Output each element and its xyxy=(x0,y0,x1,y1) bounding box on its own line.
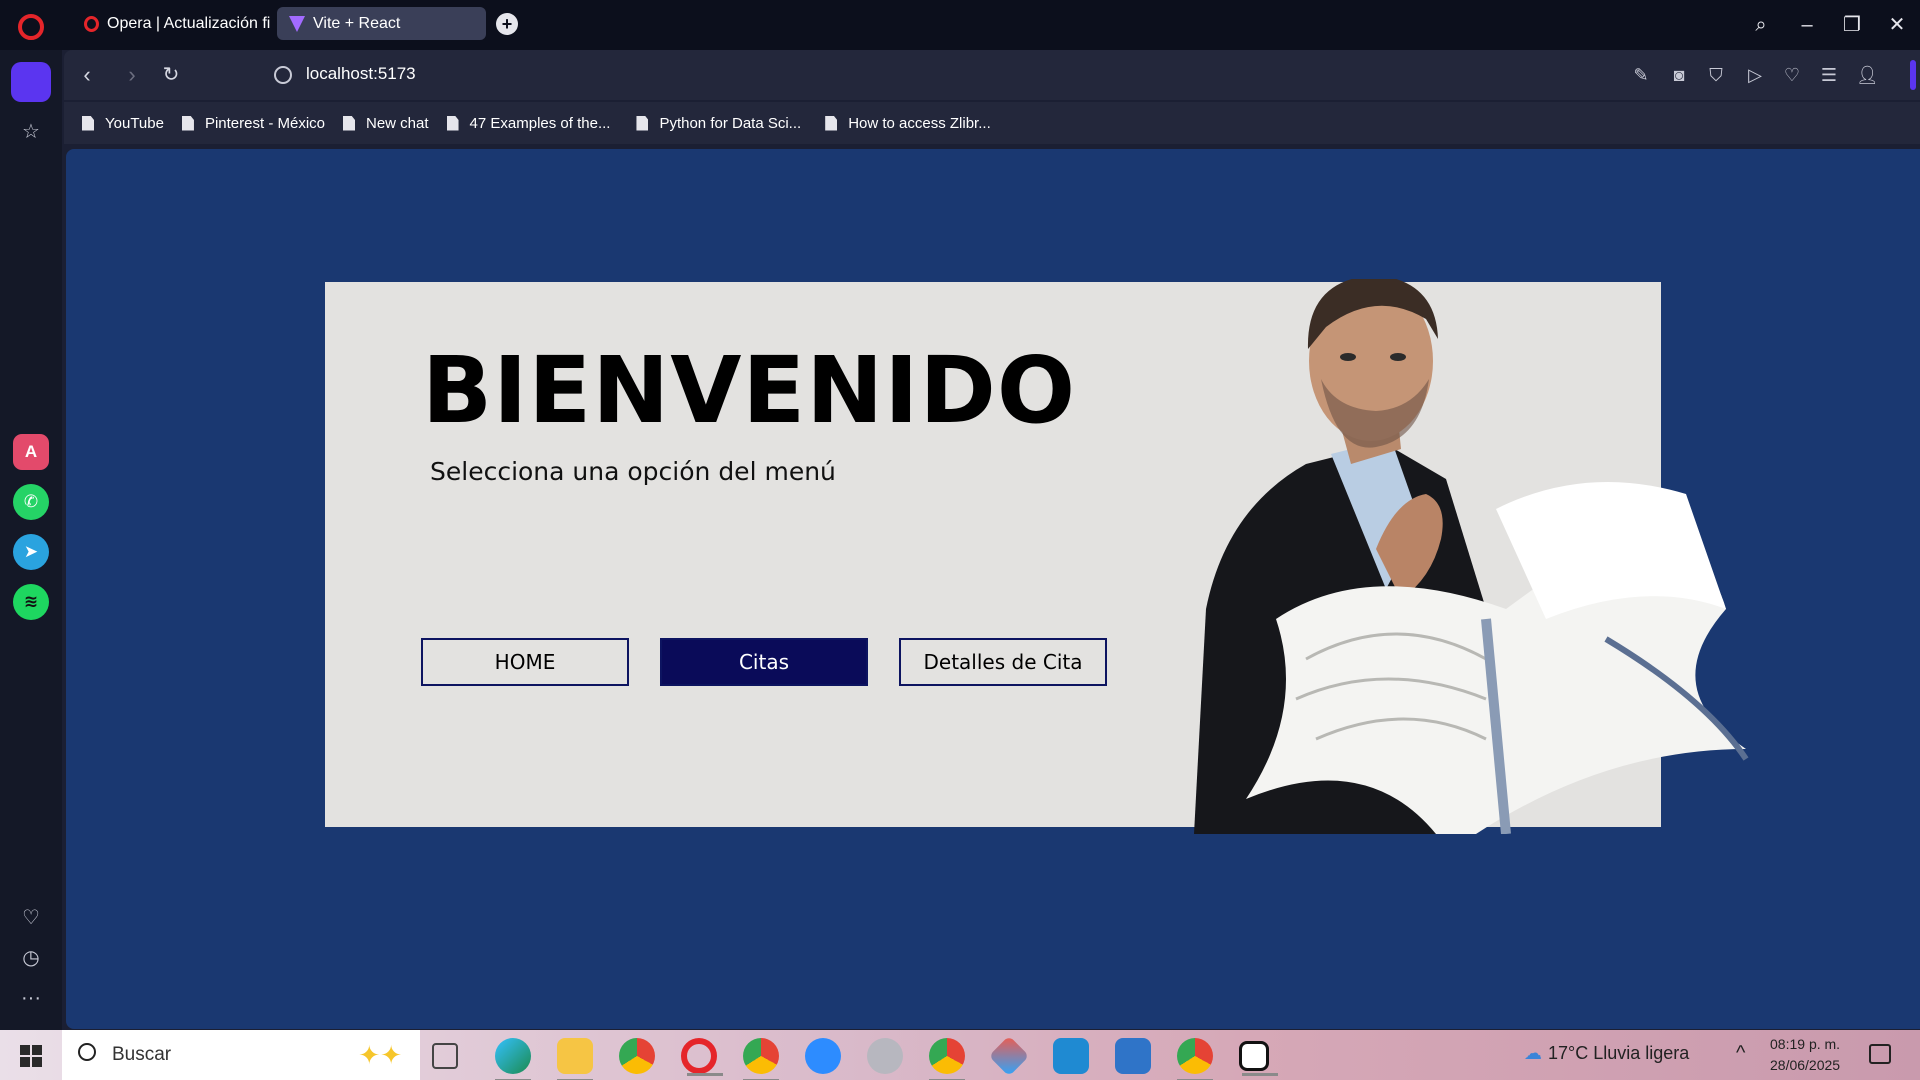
close-window-button[interactable]: ✕ xyxy=(1882,10,1912,40)
bookmark-new-chat[interactable]: New chat xyxy=(343,115,429,132)
taskbar-search[interactable]: Buscar ✦✦ xyxy=(62,1030,420,1080)
address-bar: ‹ › ↻ localhost:5173 ✎ ◙ ⛉ ▷ ♡ ☰ 👤︎ xyxy=(64,50,1920,100)
disc-app-icon[interactable] xyxy=(867,1038,903,1074)
home-button[interactable]: HOME xyxy=(421,638,629,686)
history-clock-icon[interactable]: ◷ xyxy=(13,940,49,976)
telegram-icon[interactable]: ➤ xyxy=(13,534,49,570)
profile-icon[interactable]: 👤︎ xyxy=(1856,64,1879,86)
git-app-icon[interactable] xyxy=(988,1035,1030,1077)
citas-button[interactable]: Citas xyxy=(660,638,868,686)
vscode-icon[interactable] xyxy=(1053,1038,1089,1074)
new-tab-button[interactable]: + xyxy=(496,13,518,35)
cloud-rain-icon: ☁ xyxy=(1524,1043,1542,1063)
notifications-icon[interactable] xyxy=(1869,1044,1891,1064)
tab-strip: Opera | Actualización final Vite + React… xyxy=(0,0,1920,50)
star-icon[interactable]: ☆ xyxy=(13,114,49,150)
bookmark-zlibrary[interactable]: How to access Zlibr... xyxy=(825,115,991,132)
edit-icon[interactable]: ✎ xyxy=(1630,64,1652,86)
favorite-heart-icon[interactable]: ♡ xyxy=(1781,64,1803,86)
tab-vite-react[interactable]: Vite + React xyxy=(277,7,486,40)
bookmark-youtube[interactable]: YouTube xyxy=(82,115,164,132)
bookmark-python-data-sci[interactable]: Python for Data Sci... xyxy=(636,115,801,132)
opera-logo-icon[interactable] xyxy=(18,14,44,40)
heart-icon[interactable]: ♡ xyxy=(13,900,49,936)
page-icon xyxy=(82,115,94,131)
tab-opera-update[interactable]: Opera | Actualización final xyxy=(72,7,270,40)
opera-sidebar: ☆ A ✆ ➤ ≋ ♡ ◷ ··· xyxy=(0,50,62,1030)
photos-icon[interactable] xyxy=(1115,1038,1151,1074)
site-info-globe-icon[interactable] xyxy=(274,66,292,84)
send-icon[interactable]: ▷ xyxy=(1744,64,1766,86)
page-icon xyxy=(825,115,838,131)
restore-button[interactable]: ❐ xyxy=(1837,10,1867,40)
task-view-icon[interactable] xyxy=(432,1043,458,1069)
camera-icon[interactable]: ◙ xyxy=(1668,64,1690,86)
weather-text: 17°C Lluvia ligera xyxy=(1548,1043,1690,1063)
page-title: BIENVENIDO xyxy=(422,337,1077,444)
easy-setup-icon[interactable]: ☰ xyxy=(1818,64,1840,86)
back-icon[interactable]: ‹ xyxy=(74,62,100,88)
shield-icon[interactable]: ⛉ xyxy=(1705,64,1727,86)
search-icon xyxy=(78,1043,96,1061)
page-viewport: BIENVENIDO Selecciona una opción del men… xyxy=(66,149,1920,1029)
chrome-profile-3-icon[interactable] xyxy=(1177,1038,1213,1080)
page-icon xyxy=(446,115,459,131)
search-tabs-icon[interactable]: ⌕ xyxy=(1746,10,1776,40)
aria-app-icon[interactable]: A xyxy=(13,434,49,470)
vite-icon xyxy=(289,15,305,32)
clock-time: 08:19 p. m. xyxy=(1770,1036,1841,1052)
page-icon xyxy=(181,115,194,131)
clock-date: 28/06/2025 xyxy=(1770,1057,1841,1073)
detalles-cita-button[interactable]: Detalles de Cita xyxy=(899,638,1107,686)
bookmark-pinterest[interactable]: Pinterest - México xyxy=(181,115,325,132)
url-input[interactable]: localhost:5173 xyxy=(306,64,416,84)
bookmark-47-examples[interactable]: 47 Examples of the... xyxy=(446,115,610,132)
spotify-icon[interactable]: ≋ xyxy=(13,584,49,620)
tab-label: Opera | Actualización final xyxy=(107,14,270,32)
whatsapp-icon[interactable]: ✆ xyxy=(13,484,49,520)
forward-icon[interactable]: › xyxy=(119,62,145,88)
minimize-button[interactable]: – xyxy=(1792,10,1822,40)
page-icon xyxy=(343,115,355,131)
zoom-icon[interactable] xyxy=(805,1038,841,1074)
search-placeholder: Buscar xyxy=(112,1044,172,1065)
opera-taskbar-icon[interactable] xyxy=(681,1038,723,1076)
edge-icon[interactable] xyxy=(495,1038,531,1080)
weather-widget[interactable]: ☁ 17°C Lluvia ligera xyxy=(1524,1043,1689,1064)
hidden-icons-chevron-icon[interactable]: ^ xyxy=(1736,1042,1745,1065)
opera-tab-icon xyxy=(84,15,99,32)
reload-icon[interactable]: ↻ xyxy=(158,62,184,88)
chrome-profile-icon[interactable] xyxy=(743,1038,779,1080)
page-subtitle: Selecciona una opción del menú xyxy=(430,457,836,486)
home-icon[interactable] xyxy=(11,62,51,102)
sparkle-icon: ✦✦ xyxy=(358,1040,402,1070)
bookmarks-bar: YouTube Pinterest - México New chat 47 E… xyxy=(64,102,1920,144)
sidebar-toggle-accent[interactable] xyxy=(1910,60,1916,90)
notion-icon[interactable] xyxy=(1239,1041,1278,1076)
more-icon[interactable]: ··· xyxy=(13,980,49,1016)
tab-label: Vite + React xyxy=(313,14,401,32)
page-icon xyxy=(636,115,649,131)
chrome-profile-2-icon[interactable] xyxy=(929,1038,965,1080)
windows-start-icon[interactable] xyxy=(20,1045,42,1067)
system-clock[interactable]: 08:19 p. m. 28/06/2025 xyxy=(1770,1034,1840,1076)
doctor-with-book-image xyxy=(1194,279,1749,834)
file-explorer-icon[interactable] xyxy=(557,1038,593,1080)
windows-taskbar: Buscar ✦✦ ☁ 17°C Lluvia ligera ^ 08:19 p.… xyxy=(0,1030,1920,1080)
chrome-icon[interactable] xyxy=(619,1038,655,1074)
